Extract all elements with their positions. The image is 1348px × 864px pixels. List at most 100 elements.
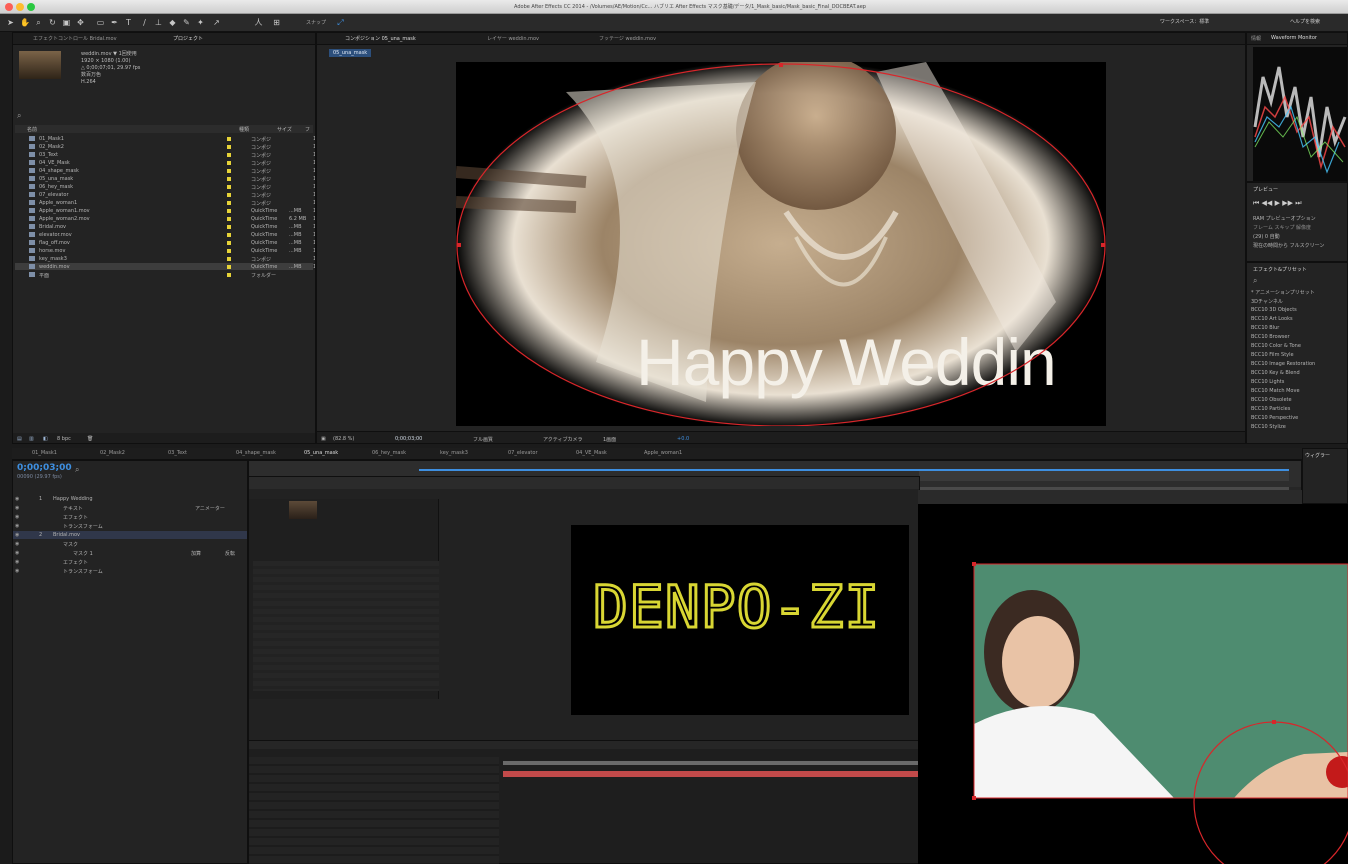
- project-item[interactable]: 07_elevator コンポジ 1: [15, 191, 315, 199]
- bit-depth[interactable]: 8 bpc: [57, 436, 71, 442]
- tab-project[interactable]: プロジェクト: [173, 35, 203, 42]
- timeline-tab[interactable]: 06_hey_mask: [372, 450, 406, 456]
- layer-row[interactable]: ◉ トランスフォーム: [13, 567, 247, 575]
- timeline-tab[interactable]: 07_elevator: [508, 450, 538, 456]
- clone-stamp-tool-icon[interactable]: ⊥: [154, 18, 163, 27]
- interpret-footage-icon[interactable]: ◧: [43, 436, 48, 442]
- effects-category[interactable]: 3Dチャンネル: [1251, 298, 1283, 305]
- label-color-swatch[interactable]: [227, 145, 231, 149]
- project-item[interactable]: 01_Mask1 コンポジ 1: [15, 135, 315, 143]
- timeline-tab[interactable]: 04_VE_Mask: [576, 450, 607, 456]
- effects-category[interactable]: * アニメーションプリセット: [1251, 289, 1315, 296]
- layer-row[interactable]: ◉ 2 Bridal.mov: [13, 531, 247, 539]
- layer-row[interactable]: ◉ マスク: [13, 540, 247, 548]
- comp-breadcrumb[interactable]: 05_una_mask: [329, 49, 372, 57]
- nested-layer-bar[interactable]: [503, 771, 921, 777]
- project-search-icon[interactable]: ⌕: [17, 111, 21, 121]
- new-folder-icon[interactable]: ▤: [17, 436, 22, 442]
- new-comp-icon[interactable]: ▥: [29, 436, 34, 442]
- project-item[interactable]: 06_hey_mask コンポジ 1: [15, 183, 315, 191]
- mask-mode-dropdown[interactable]: 加算: [191, 550, 201, 557]
- column-type[interactable]: 種類: [239, 126, 249, 133]
- effects-category[interactable]: BCC10 3D Objects: [1251, 307, 1297, 313]
- type-tool-icon[interactable]: T: [124, 18, 133, 27]
- tab-composition[interactable]: コンポジション 05_una_mask: [345, 35, 416, 42]
- zoom-level[interactable]: (82.8 %): [333, 436, 354, 442]
- tab-waveform-monitor[interactable]: Waveform Monitor: [1271, 35, 1317, 41]
- views-dropdown[interactable]: 1画面: [603, 436, 616, 443]
- ram-preview-label[interactable]: RAM プレビューオプション: [1253, 215, 1324, 224]
- current-timecode[interactable]: 0;00;03;00: [17, 463, 72, 473]
- pen-tool-icon[interactable]: ✒: [110, 18, 119, 27]
- effects-category[interactable]: BCC10 Film Style: [1251, 352, 1294, 358]
- preview-from-label[interactable]: 現在の時間から フルスクリーン: [1253, 242, 1324, 251]
- label-color-swatch[interactable]: [227, 217, 231, 221]
- label-color-swatch[interactable]: [227, 257, 231, 261]
- axis-world-icon[interactable]: 人: [254, 18, 263, 27]
- brush-tool-icon[interactable]: ∕: [140, 18, 149, 27]
- effects-category[interactable]: BCC10 Obsolete: [1251, 397, 1292, 403]
- rectangle-tool-icon[interactable]: ▭: [96, 18, 105, 27]
- project-item[interactable]: Bridal.mov QuickTime ...MB 1: [15, 223, 315, 230]
- frame-rate-values[interactable]: (29) 0 自動: [1253, 233, 1324, 242]
- timeline-tab[interactable]: 04_shape_mask: [236, 450, 276, 456]
- project-item[interactable]: Apple_woman1 コンポジ 1: [15, 199, 315, 207]
- project-item[interactable]: key_mask3 コンポジ 1: [15, 255, 315, 263]
- effects-category[interactable]: BCC10 Browser: [1251, 334, 1290, 340]
- project-item[interactable]: 03_Text コンポジ 1: [15, 151, 315, 159]
- visibility-eye-icon[interactable]: ◉: [15, 532, 19, 538]
- effects-category[interactable]: BCC10 Match Move: [1251, 388, 1300, 394]
- project-item[interactable]: elevator.mov QuickTime ...MB 1: [15, 231, 315, 238]
- timeline-tab[interactable]: 01_Mask1: [32, 450, 57, 456]
- viewer-timecode[interactable]: 0;00;03;00: [395, 436, 422, 442]
- project-item[interactable]: 04_VE_Mask コンポジ 1: [15, 159, 315, 167]
- last-frame-icon[interactable]: ⏭: [1295, 199, 1301, 207]
- effects-category[interactable]: BCC10 Perspective: [1251, 415, 1298, 421]
- visibility-eye-icon[interactable]: ◉: [15, 541, 19, 547]
- exposure-offset[interactable]: +0.0: [677, 436, 689, 442]
- tab-info[interactable]: 情報: [1251, 35, 1261, 42]
- visibility-eye-icon[interactable]: ◉: [15, 505, 19, 511]
- label-color-swatch[interactable]: [227, 201, 231, 205]
- project-item[interactable]: 平面 フォルダー: [15, 271, 313, 279]
- axis-local-icon[interactable]: ↗: [212, 18, 221, 27]
- project-item[interactable]: horse.mov QuickTime ...MB 1: [15, 247, 315, 254]
- layer-row[interactable]: ◉ エフェクト: [13, 558, 247, 566]
- visibility-eye-icon[interactable]: ◉: [15, 514, 19, 520]
- label-color-swatch[interactable]: [227, 265, 231, 269]
- project-item[interactable]: flag_off.mov QuickTime ...MB 1: [15, 239, 315, 246]
- label-color-swatch[interactable]: [227, 185, 231, 189]
- hand-tool-icon[interactable]: ✋: [20, 18, 30, 27]
- pan-behind-tool-icon[interactable]: ✥: [76, 18, 85, 27]
- timeline-tab[interactable]: Apple_woman1: [644, 450, 682, 456]
- always-preview-icon[interactable]: ▣: [321, 436, 326, 442]
- label-color-swatch[interactable]: [227, 249, 231, 253]
- column-name[interactable]: 名前: [27, 126, 37, 133]
- project-item[interactable]: 02_Mask2 コンポジ 1: [15, 143, 315, 151]
- effects-search-icon[interactable]: ⌕: [1253, 276, 1257, 286]
- visibility-eye-icon[interactable]: ◉: [15, 523, 19, 529]
- workspace-selector[interactable]: ワークスペース：標準: [1160, 18, 1240, 28]
- label-color-swatch[interactable]: [227, 177, 231, 181]
- effects-category[interactable]: BCC10 Lights: [1251, 379, 1284, 385]
- visibility-eye-icon[interactable]: ◉: [15, 568, 19, 574]
- composition-canvas[interactable]: Happy Weddin: [456, 62, 1106, 426]
- visibility-eye-icon[interactable]: ◉: [15, 559, 19, 565]
- layer-row[interactable]: ◉ トランスフォーム: [13, 522, 247, 530]
- minimize-window-button[interactable]: [16, 3, 24, 11]
- zoom-window-button[interactable]: [27, 3, 35, 11]
- label-color-swatch[interactable]: [227, 153, 231, 157]
- resolution-dropdown[interactable]: フル画質: [473, 436, 493, 443]
- invert-checkbox[interactable]: 反転: [225, 550, 235, 557]
- animator-menu[interactable]: アニメーター: [195, 505, 225, 512]
- selection-tool-icon[interactable]: ➤: [6, 18, 15, 27]
- label-color-swatch[interactable]: [227, 273, 231, 277]
- mask-path-overlay[interactable]: [456, 62, 1106, 426]
- mask-demo-overlay[interactable]: [918, 490, 1348, 864]
- project-item[interactable]: 04_shape_mask コンポジ 1: [15, 167, 315, 175]
- timeline-tab[interactable]: 02_Mask2: [100, 450, 125, 456]
- label-color-swatch[interactable]: [227, 225, 231, 229]
- denpo-canvas[interactable]: DENPO-ZI: [571, 525, 909, 715]
- puppet-tool-icon[interactable]: ✦: [196, 18, 205, 27]
- label-color-swatch[interactable]: [227, 241, 231, 245]
